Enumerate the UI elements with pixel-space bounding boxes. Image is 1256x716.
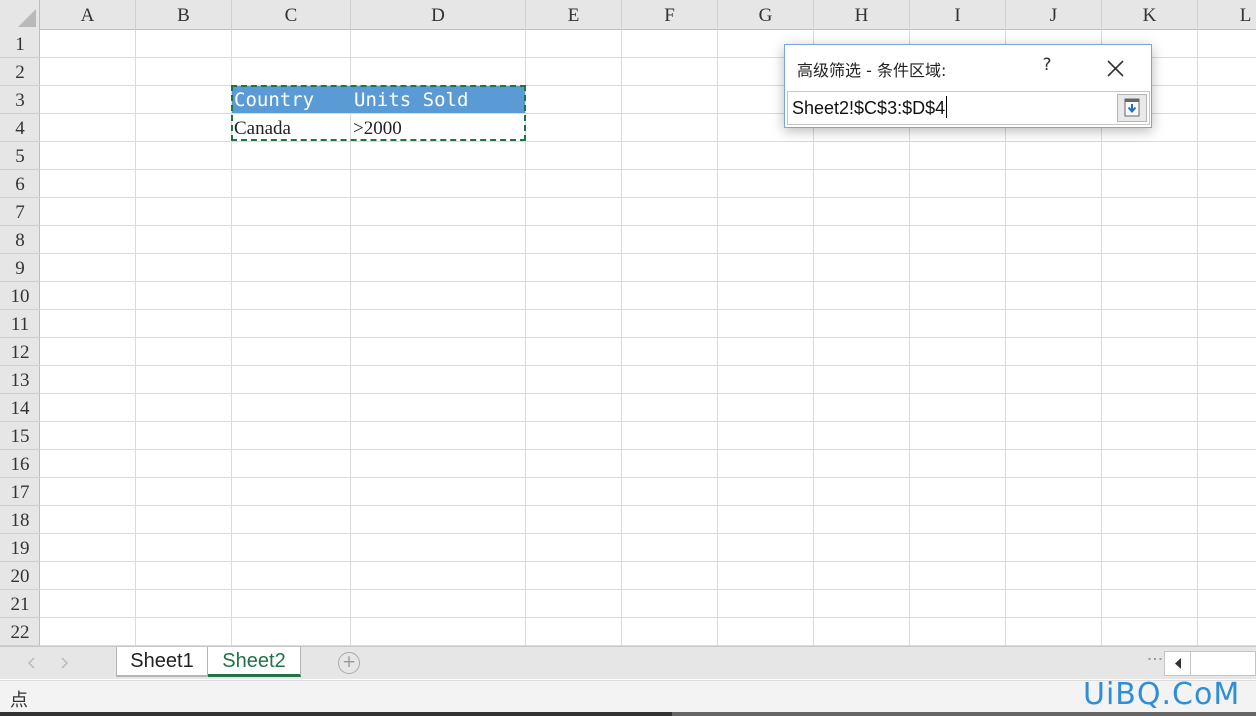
- column-header-i[interactable]: I: [910, 0, 1006, 30]
- sheet-tab-bar: Sheet1 Sheet2 + ⋮: [0, 646, 1256, 679]
- grid-line: [135, 30, 136, 646]
- tab-splitter-handle-icon[interactable]: ⋮: [1146, 651, 1165, 666]
- row-header[interactable]: 10: [0, 282, 40, 310]
- row-header[interactable]: 21: [0, 590, 40, 618]
- grid-line: [40, 141, 1256, 142]
- row-header-bar: 1 2 3 4 5 6 7 8 9 10 11 12 13 14 15 16 1…: [0, 30, 40, 646]
- grid-line: [621, 30, 622, 646]
- grid-line: [40, 225, 1256, 226]
- column-header-b[interactable]: B: [136, 0, 232, 30]
- scroll-left-button[interactable]: [1165, 652, 1191, 675]
- row-header[interactable]: 19: [0, 534, 40, 562]
- column-header-j[interactable]: J: [1006, 0, 1102, 30]
- row-header[interactable]: 3: [0, 86, 40, 114]
- column-header-a[interactable]: A: [40, 0, 136, 30]
- row-header[interactable]: 6: [0, 170, 40, 198]
- column-header-bar: A B C D E F G H I J K L: [0, 0, 1256, 30]
- close-icon: [1107, 60, 1124, 77]
- grid-line: [40, 477, 1256, 478]
- grid-line: [40, 169, 1256, 170]
- row-header[interactable]: 14: [0, 394, 40, 422]
- status-mode-text: 点: [10, 690, 28, 711]
- grid-line: [40, 533, 1256, 534]
- row-header[interactable]: 18: [0, 506, 40, 534]
- grid-line: [40, 505, 1256, 506]
- grid-line: [40, 365, 1256, 366]
- row-header[interactable]: 8: [0, 226, 40, 254]
- column-header-l[interactable]: L: [1198, 0, 1256, 30]
- sheet-tab-sheet1[interactable]: Sheet1: [116, 647, 208, 677]
- row-header[interactable]: 20: [0, 562, 40, 590]
- text-caret: [946, 96, 948, 118]
- row-header[interactable]: 16: [0, 450, 40, 478]
- expand-dialog-button[interactable]: [1117, 94, 1147, 122]
- grid-line: [40, 561, 1256, 562]
- column-header-c[interactable]: C: [232, 0, 351, 30]
- status-bar: 点 UiBQ.CoM: [0, 677, 1256, 712]
- sheet-tab-sheet2[interactable]: Sheet2: [208, 647, 301, 677]
- criteria-range-field[interactable]: Sheet2!$C$3:$D$4: [787, 91, 1150, 125]
- row-header[interactable]: 1: [0, 30, 40, 58]
- scroll-tabs-right-button[interactable]: [56, 655, 72, 671]
- chevron-left-icon: [27, 657, 35, 669]
- grid-line: [40, 449, 1256, 450]
- grid-line: [40, 337, 1256, 338]
- select-all-triangle-icon: [18, 9, 36, 27]
- column-header-e[interactable]: E: [526, 0, 622, 30]
- row-header[interactable]: 22: [0, 618, 40, 646]
- close-button[interactable]: [1101, 53, 1131, 83]
- row-header[interactable]: 4: [0, 114, 40, 142]
- expand-dialog-icon: [1124, 98, 1140, 117]
- help-button[interactable]: ?: [1035, 55, 1059, 79]
- row-header[interactable]: 7: [0, 198, 40, 226]
- grid-line: [40, 197, 1256, 198]
- column-header-d[interactable]: D: [351, 0, 526, 30]
- scroll-tabs-left-button[interactable]: [24, 655, 40, 671]
- grid-line: [1197, 30, 1198, 646]
- copy-marquee-selection: [231, 85, 526, 141]
- row-header[interactable]: 12: [0, 338, 40, 366]
- row-header[interactable]: 11: [0, 310, 40, 338]
- column-header-g[interactable]: G: [718, 0, 814, 30]
- grid-line: [40, 393, 1256, 394]
- column-header-h[interactable]: H: [814, 0, 910, 30]
- chevron-right-icon: [61, 657, 69, 669]
- add-sheet-button[interactable]: +: [338, 652, 360, 674]
- grid-line: [40, 253, 1256, 254]
- column-header-f[interactable]: F: [622, 0, 718, 30]
- row-header[interactable]: 5: [0, 142, 40, 170]
- watermark-logo: UiBQ.CoM: [1083, 677, 1241, 712]
- advanced-filter-criteria-dialog: 高级筛选 - 条件区域: ? Sheet2!$C$3:$D$4: [784, 44, 1152, 128]
- row-header[interactable]: 15: [0, 422, 40, 450]
- criteria-range-value: Sheet2!$C$3:$D$4: [792, 98, 946, 118]
- select-all-corner[interactable]: [0, 0, 40, 30]
- grid-line: [717, 30, 718, 646]
- grid-line: [40, 589, 1256, 590]
- row-header[interactable]: 17: [0, 478, 40, 506]
- grid-line: [40, 281, 1256, 282]
- row-header[interactable]: 13: [0, 366, 40, 394]
- grid-line: [40, 421, 1256, 422]
- horizontal-scrollbar[interactable]: [1164, 651, 1256, 676]
- dialog-title: 高级筛选 - 条件区域:: [797, 61, 947, 80]
- column-header-k[interactable]: K: [1102, 0, 1198, 30]
- row-header[interactable]: 2: [0, 58, 40, 86]
- bottom-edge-right: [672, 712, 1256, 716]
- triangle-left-icon: [1175, 658, 1181, 669]
- grid-line: [40, 617, 1256, 618]
- grid-line: [40, 309, 1256, 310]
- row-header[interactable]: 9: [0, 254, 40, 282]
